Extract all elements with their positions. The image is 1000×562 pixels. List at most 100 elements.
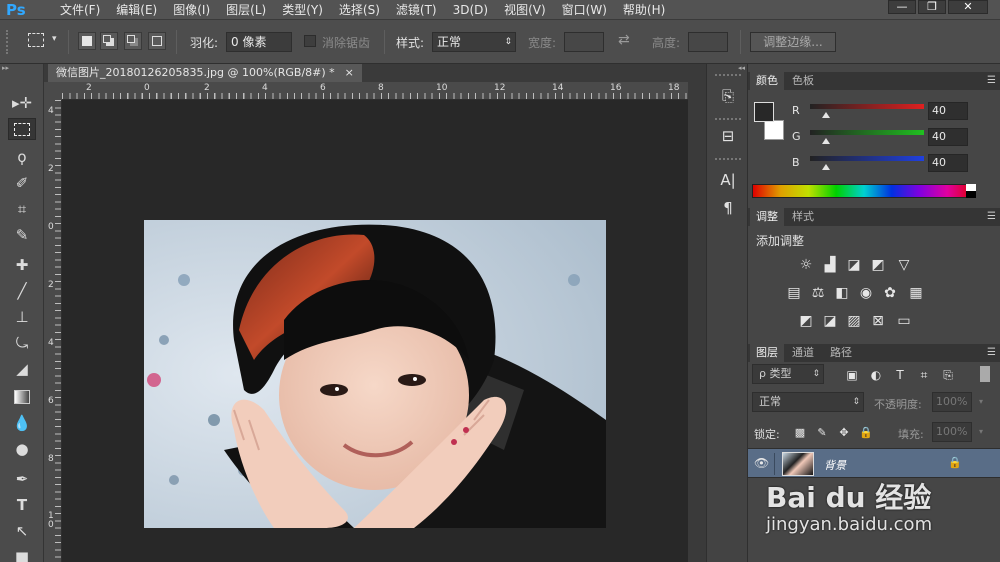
minimize-button[interactable]: — bbox=[888, 0, 916, 14]
invert-icon[interactable]: ◩ bbox=[796, 312, 816, 330]
filter-shape-icon[interactable]: ⌗ bbox=[914, 366, 934, 384]
document-canvas[interactable] bbox=[62, 100, 688, 562]
eye-icon[interactable]: 👁 bbox=[754, 456, 769, 470]
tab-channels[interactable]: 通道 bbox=[786, 344, 820, 362]
spectrum-white-swatch[interactable] bbox=[966, 184, 976, 191]
lock-transparent-icon[interactable]: ▩ bbox=[790, 424, 810, 442]
color-lookup-icon[interactable]: ▦ bbox=[906, 284, 926, 302]
lock-pixels-icon[interactable]: ✎ bbox=[812, 424, 832, 442]
tab-styles[interactable]: 样式 bbox=[786, 208, 820, 226]
add-to-selection-button[interactable] bbox=[100, 32, 118, 50]
intersect-selection-button[interactable] bbox=[148, 32, 166, 50]
black-white-icon[interactable]: ◧ bbox=[832, 284, 852, 302]
layer-filter-select[interactable]: ρ 类型 ⇕ bbox=[752, 364, 824, 384]
menu-filter[interactable]: 滤镜(T) bbox=[388, 0, 445, 20]
menu-layer[interactable]: 图层(L) bbox=[218, 0, 274, 20]
color-balance-icon[interactable]: ⚖ bbox=[808, 284, 828, 302]
expand-panels-icon[interactable]: ◂◂ bbox=[711, 64, 745, 72]
horizontal-ruler[interactable]: 2 0 2 4 6 8 10 12 14 16 18 bbox=[62, 82, 688, 100]
swap-icon[interactable]: ⇄ bbox=[618, 32, 630, 48]
close-window-button[interactable]: ✕ bbox=[948, 0, 988, 14]
tab-color[interactable]: 颜色 bbox=[750, 72, 784, 90]
lasso-tool-icon[interactable]: ϙ bbox=[8, 146, 36, 168]
filter-adjustment-icon[interactable]: ◐ bbox=[866, 366, 886, 384]
healing-brush-tool-icon[interactable]: ✚ bbox=[8, 254, 36, 276]
green-value-input[interactable]: 40 bbox=[928, 128, 968, 146]
gradient-tool-icon[interactable] bbox=[8, 386, 36, 408]
curves-icon[interactable]: ◪ bbox=[844, 256, 864, 274]
layer-row-background[interactable]: 👁 背景 🔒 bbox=[748, 448, 1000, 478]
menu-view[interactable]: 视图(V) bbox=[496, 0, 554, 20]
blur-tool-icon[interactable]: 💧 bbox=[8, 412, 36, 434]
tab-swatches[interactable]: 色板 bbox=[786, 72, 820, 90]
menu-select[interactable]: 选择(S) bbox=[331, 0, 388, 20]
blue-slider[interactable] bbox=[810, 156, 924, 161]
color-spectrum-bar[interactable] bbox=[752, 184, 976, 198]
subtract-from-selection-button[interactable] bbox=[124, 32, 142, 50]
filter-smart-icon[interactable]: ⎘ bbox=[938, 366, 958, 384]
crop-tool-icon[interactable]: ⌗ bbox=[8, 198, 36, 220]
red-slider[interactable] bbox=[810, 104, 924, 109]
panel-menu-icon[interactable]: ☰ bbox=[987, 75, 996, 86]
style-select[interactable]: 正常 ⇕ bbox=[432, 32, 516, 52]
vertical-scrollbar[interactable] bbox=[688, 82, 706, 562]
spectrum-black-swatch[interactable] bbox=[966, 191, 976, 198]
red-value-input[interactable]: 40 bbox=[928, 102, 968, 120]
photo-portrait[interactable] bbox=[144, 220, 606, 528]
layer-name[interactable]: 背景 bbox=[824, 457, 846, 473]
marquee-tool-icon[interactable] bbox=[8, 118, 36, 140]
eyedropper-tool-icon[interactable]: ✎ bbox=[8, 224, 36, 246]
channel-mixer-icon[interactable]: ✿ bbox=[880, 284, 900, 302]
history-panel-icon[interactable]: ⎘ bbox=[715, 84, 741, 108]
menu-3d[interactable]: 3D(D) bbox=[445, 0, 496, 20]
maximize-button[interactable]: ❐ bbox=[918, 0, 946, 14]
options-bar-grip[interactable] bbox=[6, 30, 12, 54]
opacity-input[interactable]: 100% bbox=[932, 392, 972, 412]
paragraph-panel-icon[interactable]: ¶ bbox=[715, 196, 741, 220]
posterize-icon[interactable]: ◪ bbox=[820, 312, 840, 330]
new-selection-button[interactable] bbox=[78, 32, 96, 50]
close-tab-icon[interactable]: × bbox=[345, 64, 354, 82]
selective-color-icon[interactable]: ⊠ bbox=[868, 312, 888, 330]
hue-saturation-icon[interactable]: ▤ bbox=[784, 284, 804, 302]
green-slider-knob[interactable] bbox=[822, 138, 830, 144]
antialias-checkbox[interactable] bbox=[304, 35, 316, 47]
filter-type-icon[interactable]: T bbox=[890, 366, 910, 384]
red-slider-knob[interactable] bbox=[822, 112, 830, 118]
panel-menu-icon[interactable]: ☰ bbox=[987, 347, 996, 358]
menu-type[interactable]: 类型(Y) bbox=[274, 0, 331, 20]
vertical-ruler[interactable]: 4 2 0 2 4 6 8 1 0 bbox=[44, 100, 62, 562]
menu-window[interactable]: 窗口(W) bbox=[554, 0, 615, 20]
path-selection-tool-icon[interactable]: ↖ bbox=[8, 520, 36, 542]
eraser-tool-icon[interactable]: ◢ bbox=[8, 358, 36, 380]
width-input[interactable] bbox=[564, 32, 604, 52]
foreground-color-swatch[interactable] bbox=[754, 102, 774, 122]
photo-filter-icon[interactable]: ◉ bbox=[856, 284, 876, 302]
blue-slider-knob[interactable] bbox=[822, 164, 830, 170]
filter-toggle[interactable] bbox=[980, 366, 990, 382]
exposure-icon[interactable]: ◩ bbox=[868, 256, 888, 274]
menu-image[interactable]: 图像(I) bbox=[165, 0, 218, 20]
brightness-contrast-icon[interactable]: ☼ bbox=[796, 256, 816, 274]
document-tab[interactable]: 微信图片_20180126205835.jpg @ 100%(RGB/8#) *… bbox=[48, 64, 362, 82]
pen-tool-icon[interactable]: ✒ bbox=[8, 468, 36, 490]
tab-adjustments[interactable]: 调整 bbox=[750, 208, 784, 226]
feather-input[interactable]: 0 像素 bbox=[226, 32, 292, 52]
move-tool-icon[interactable]: ▸✛ bbox=[8, 92, 36, 114]
blue-value-input[interactable]: 40 bbox=[928, 154, 968, 172]
fill-input[interactable]: 100% bbox=[932, 422, 972, 442]
gradient-map-icon[interactable]: ▭ bbox=[894, 312, 914, 330]
panel-menu-icon[interactable]: ☰ bbox=[987, 211, 996, 222]
green-slider[interactable] bbox=[810, 130, 924, 135]
lock-position-icon[interactable]: ✥ bbox=[834, 424, 854, 442]
ruler-corner[interactable] bbox=[44, 82, 62, 100]
background-color-swatch[interactable] bbox=[764, 120, 784, 140]
character-panel-icon[interactable]: A| bbox=[715, 168, 741, 192]
menu-help[interactable]: 帮助(H) bbox=[615, 0, 673, 20]
type-tool-icon[interactable]: T bbox=[8, 494, 36, 516]
menu-edit[interactable]: 编辑(E) bbox=[108, 0, 165, 20]
threshold-icon[interactable]: ▨ bbox=[844, 312, 864, 330]
menu-file[interactable]: 文件(F) bbox=[52, 0, 108, 20]
tab-layers[interactable]: 图层 bbox=[750, 344, 784, 362]
brush-tool-icon[interactable]: ╱ bbox=[8, 280, 36, 302]
